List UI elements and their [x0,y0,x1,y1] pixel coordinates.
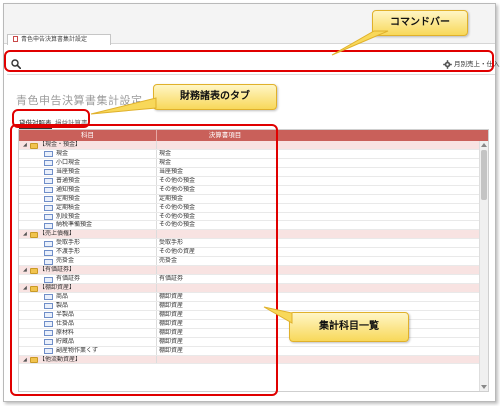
grid-highlight [10,124,278,396]
account-list-callout-text: 集計科目一覧 [319,321,379,332]
scroll-down-arrow-icon[interactable] [481,385,487,389]
document-tab-label: 青色申告決算書集計設定 [21,36,88,43]
account-list-callout: 集計科目一覧 [289,312,409,342]
financial-tabs-callout: 財務諸表のタブ [153,84,277,110]
document-tab[interactable]: 青色申告決算書集計設定 [7,34,111,45]
scrollbar-thumb[interactable] [481,150,487,200]
financial-tabs-callout-pointer [90,97,157,115]
command-bar-callout-pointer [331,30,389,56]
financial-tabs-callout-text: 財務諸表のタブ [180,91,250,102]
account-list-callout-pointer [263,306,293,324]
command-bar-highlight [4,50,494,72]
scroll-up-arrow-icon[interactable] [481,143,487,147]
command-bar-callout-text: コマンドバー [390,17,450,28]
document-icon [13,36,18,42]
vertical-scrollbar[interactable] [479,141,488,391]
